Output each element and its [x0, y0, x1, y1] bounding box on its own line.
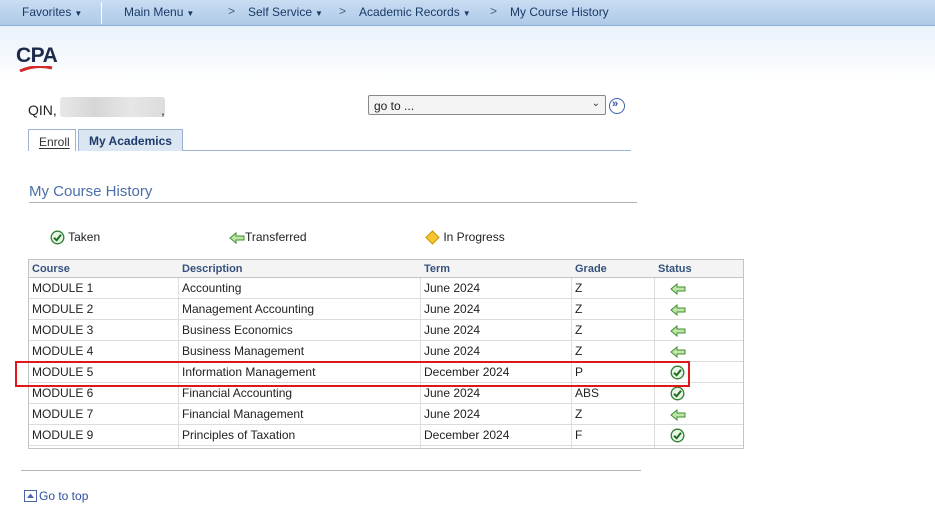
column-header-status[interactable]: Status: [658, 263, 692, 275]
legend-transferred: Transferred: [229, 230, 307, 244]
legend-in-progress: In Progress: [425, 230, 505, 246]
description-cell: Business Management: [182, 344, 305, 358]
chevron-down-icon: ▼: [315, 9, 323, 18]
grade-cell: F: [575, 428, 583, 442]
description-cell: Management Accounting: [182, 302, 315, 316]
academic-records-label: Academic Records: [359, 5, 460, 19]
table-row: MODULE 3 Business Economics June 2024 Z: [29, 320, 743, 341]
student-name-prefix: QIN,: [28, 102, 57, 118]
breadcrumb-arrow-icon: >: [339, 4, 347, 18]
legend-transferred-label: Transferred: [245, 230, 307, 244]
column-header-description[interactable]: Description: [182, 263, 243, 275]
goto-selected-value: go to ...: [374, 99, 415, 113]
chevron-down-icon: ▼: [186, 9, 195, 18]
description-cell: Financial Accounting: [182, 386, 293, 400]
description-cell: Financial Management: [182, 407, 304, 421]
term-cell: June 2024: [424, 386, 481, 400]
nav-divider: [101, 2, 102, 24]
column-header-term[interactable]: Term: [424, 263, 450, 275]
status-left-arrow-icon: [670, 303, 686, 319]
status-left-arrow-icon: [670, 345, 686, 361]
go-to-top-label: Go to top: [39, 489, 89, 503]
column-header-course[interactable]: Course: [32, 263, 70, 275]
grade-cell: Z: [575, 302, 583, 316]
term-cell: June 2024: [424, 281, 481, 295]
go-to-top-link[interactable]: Go to top: [24, 489, 88, 503]
course-cell: MODULE 1: [32, 281, 94, 295]
status-left-arrow-icon: [670, 324, 686, 340]
legend-taken-label: Taken: [68, 230, 101, 244]
column-header-grade[interactable]: Grade: [575, 263, 607, 275]
grade-cell: Z: [575, 344, 583, 358]
grade-cell: ABS: [575, 386, 600, 400]
course-cell: MODULE 3: [32, 323, 94, 337]
redacted-name: [60, 97, 165, 117]
main-menu-label: Main Menu: [124, 5, 184, 19]
favorites-menu[interactable]: Favorites ▼: [22, 5, 82, 19]
page-header: CPA: [0, 26, 935, 82]
breadcrumb-current-page: My Course History: [510, 5, 609, 19]
legend-in-progress-label: In Progress: [443, 230, 505, 244]
left-arrow-icon: [229, 231, 245, 244]
tab-enroll[interactable]: Enroll: [28, 129, 76, 151]
page-title: My Course History: [29, 183, 153, 200]
description-cell: Principles of Taxation: [182, 428, 296, 442]
chevron-down-icon: ⌄: [591, 98, 600, 109]
check-circle-icon: [50, 230, 65, 245]
course-cell: MODULE 4: [32, 344, 94, 358]
grade-cell: Z: [575, 323, 583, 337]
course-cell: MODULE 9: [32, 428, 94, 442]
term-cell: June 2024: [424, 407, 481, 421]
description-cell: Business Economics: [182, 323, 293, 337]
course-cell: MODULE 7: [32, 407, 94, 421]
breadcrumb-academic-records[interactable]: Academic Records ▼: [359, 5, 471, 19]
description-cell: Accounting: [182, 281, 242, 295]
table-row: MODULE 9 Principles of Taxation December 2…: [29, 425, 743, 446]
logo-swoosh-icon: [19, 66, 53, 72]
self-service-label: Self Service: [248, 5, 313, 19]
grade-cell: Z: [575, 281, 583, 295]
top-nav-bar: Favorites ▼ Main Menu ▼ > Self Service ▼ > …: [0, 0, 935, 26]
term-cell: June 2024: [424, 323, 481, 337]
status-left-arrow-icon: [670, 282, 686, 298]
status-check-circle-icon: [670, 428, 685, 446]
legend-taken: Taken: [50, 230, 100, 245]
term-cell: June 2024: [424, 344, 481, 358]
status-check-circle-icon: [670, 386, 685, 404]
goto-submit-button[interactable]: »: [609, 98, 625, 114]
table-row: MODULE 7 Financial Management June 2024 Z: [29, 404, 743, 425]
chevron-down-icon: ▼: [462, 9, 471, 18]
arrow-up-icon: [24, 489, 37, 502]
double-chevron-right-icon: »: [612, 98, 619, 110]
diamond-icon: [425, 230, 440, 246]
tab-my-academics[interactable]: My Academics: [78, 129, 183, 151]
term-cell: June 2024: [424, 302, 481, 316]
footer-divider: [21, 470, 641, 471]
tab-my-academics-label: My Academics: [89, 134, 172, 148]
grade-cell: Z: [575, 407, 583, 421]
main-menu[interactable]: Main Menu ▼: [124, 5, 194, 19]
status-left-arrow-icon: [670, 408, 686, 424]
current-page-label: My Course History: [510, 5, 609, 19]
highlight-box: [15, 361, 690, 387]
student-name-suffix: ,: [161, 102, 165, 118]
breadcrumb-arrow-icon: >: [228, 4, 236, 18]
favorites-label: Favorites: [22, 5, 72, 19]
table-header-row: Course Description Term Grade Status: [29, 260, 743, 278]
table-row: MODULE 2 Management Accounting June 2024 Z: [29, 299, 743, 320]
breadcrumb-self-service[interactable]: Self Service ▼: [248, 5, 323, 19]
term-cell: December 2024: [424, 428, 510, 442]
tab-underline: [183, 150, 631, 151]
goto-dropdown[interactable]: go to ... ⌄: [368, 95, 606, 115]
table-row: MODULE 4 Business Management June 2024 Z: [29, 341, 743, 362]
course-history-table: Course Description Term Grade Status MOD…: [28, 259, 744, 449]
table-row: MODULE 1 Accounting June 2024 Z: [29, 278, 743, 299]
course-cell: MODULE 2: [32, 302, 94, 316]
cpa-logo: CPA: [16, 44, 58, 67]
title-divider: [29, 202, 637, 203]
course-cell: MODULE 6: [32, 386, 94, 400]
chevron-down-icon: ▼: [74, 9, 83, 18]
breadcrumb-arrow-icon: >: [490, 4, 498, 18]
tab-enroll-label: Enroll: [39, 135, 70, 149]
